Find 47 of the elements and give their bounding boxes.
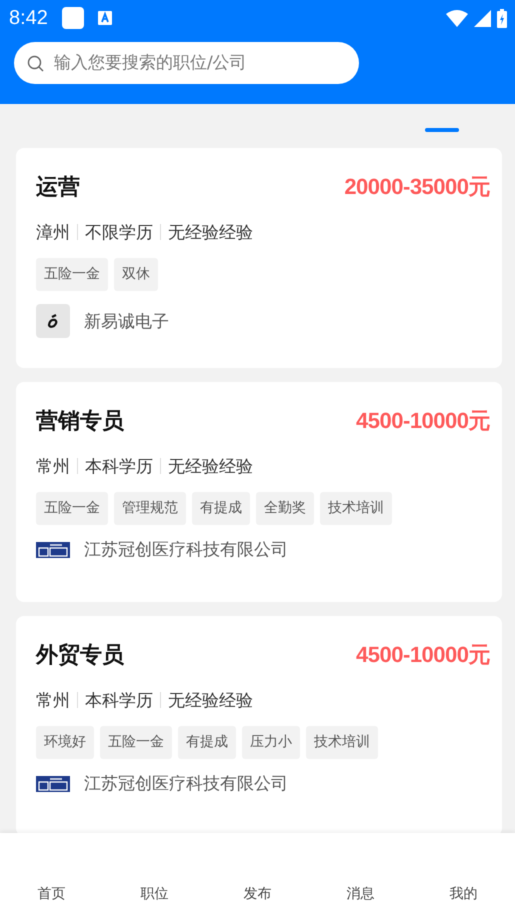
company-logo: [36, 304, 70, 338]
job-title: 外贸专员: [36, 642, 124, 670]
benefit-tag: 技术培训: [320, 492, 392, 525]
salary: 4500-10000元: [356, 641, 490, 669]
job-requirement: 常州: [36, 456, 70, 478]
benefit-tag: 管理规范: [114, 492, 186, 525]
benefit-tag: 压力小: [242, 726, 300, 759]
job-requirement: 无经验经验: [168, 690, 253, 712]
benefit-tag: 双休: [114, 258, 158, 291]
company-logo: [36, 542, 70, 558]
job-requirement: 本科学历: [85, 690, 153, 712]
status-time: 8:42: [9, 6, 48, 30]
benefit-tag: 五险一金: [36, 492, 108, 525]
job-requirement: 本科学历: [85, 456, 153, 478]
search-icon: [27, 55, 44, 72]
company-name: 江苏冠创医疗科技有限公司: [84, 773, 288, 795]
nav-tab[interactable]: 我的: [412, 885, 515, 903]
tab-indicator: [425, 128, 459, 132]
job-requirement: 不限学历: [85, 222, 153, 244]
company-name: 新易诚电子: [84, 310, 169, 332]
company-name: 江苏冠创医疗科技有限公司: [84, 539, 288, 561]
job-requirement: 无经验经验: [168, 456, 253, 478]
app-icon: [98, 11, 112, 25]
benefit-tag: 五险一金: [100, 726, 172, 759]
job-requirement: 常州: [36, 690, 70, 712]
salary: 4500-10000元: [356, 407, 490, 435]
benefit-tag: 有提成: [178, 726, 236, 759]
benefit-tag: 环境好: [36, 726, 94, 759]
nav-tab[interactable]: 消息: [309, 885, 412, 903]
benefit-tag: 技术培训: [306, 726, 378, 759]
nav-tab[interactable]: 职位: [103, 885, 206, 903]
benefit-tag: 有提成: [192, 492, 250, 525]
company-logo: [36, 776, 70, 792]
benefit-tag: 五险一金: [36, 258, 108, 291]
job-requirement: 无经验经验: [168, 222, 253, 244]
app-square-icon: [62, 7, 84, 29]
job-requirement: 漳州: [36, 222, 70, 244]
battery-icon: [497, 8, 507, 28]
benefit-tag: 全勤奖: [256, 492, 314, 525]
job-title: 运营: [36, 174, 80, 202]
nav-tab[interactable]: 发布: [206, 885, 309, 903]
job-title: 营销专员: [36, 408, 124, 436]
salary: 20000-35000元: [344, 173, 490, 201]
signal-icon: [474, 10, 491, 26]
search-field[interactable]: 输入您要搜索的职位/公司: [14, 42, 359, 84]
wifi-icon: [446, 10, 468, 26]
nav-tab[interactable]: 首页: [0, 885, 103, 903]
